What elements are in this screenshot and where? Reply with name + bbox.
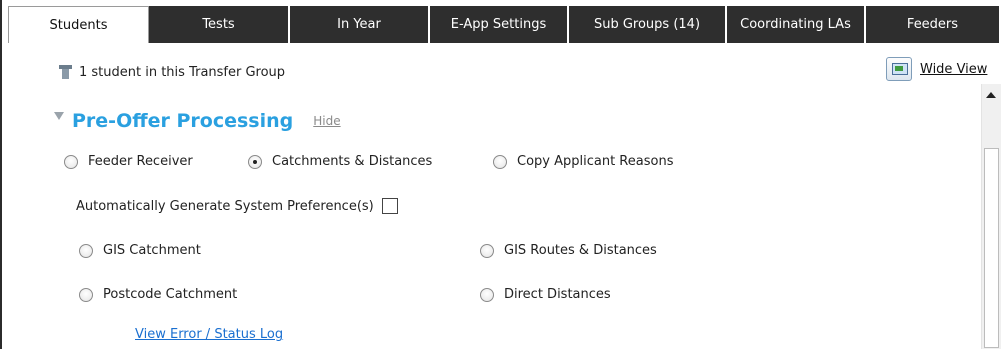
tab-feeders[interactable]: Feeders [866, 6, 1001, 43]
radio-gis-routes-distances[interactable]: GIS Routes & Distances [480, 243, 657, 258]
radio-label: GIS Catchment [103, 243, 201, 258]
wide-view-link[interactable]: Wide View [920, 62, 987, 77]
tab-sub-groups[interactable]: Sub Groups (14) [569, 6, 727, 43]
radio-label: Copy Applicant Reasons [517, 154, 674, 169]
radio-button-icon[interactable] [480, 287, 494, 302]
tab-students[interactable]: Students [8, 6, 149, 43]
vertical-scrollbar[interactable] [981, 84, 1001, 349]
auto-generate-label: Automatically Generate System Preference… [76, 198, 374, 214]
student-icon [58, 64, 73, 80]
radio-feeder-receiver[interactable]: Feeder Receiver [64, 154, 193, 169]
auto-generate-preferences: Automatically Generate System Preference… [76, 198, 398, 214]
radio-label: GIS Routes & Distances [504, 243, 657, 258]
radio-label: Postcode Catchment [103, 287, 238, 302]
radio-label: Feeder Receiver [88, 154, 193, 169]
scroll-up-arrow-icon[interactable] [986, 92, 996, 98]
section-title: Pre-Offer Processing [72, 110, 294, 132]
radio-button-icon[interactable] [79, 243, 93, 258]
scroll-thumb[interactable] [984, 148, 999, 348]
tab-bar: Students Tests In Year E-App Settings Su… [8, 6, 1001, 43]
section-header: Pre-Offer Processing Hide [54, 110, 341, 132]
tab-in-year[interactable]: In Year [290, 6, 430, 43]
radio-button-icon[interactable] [493, 154, 507, 169]
wide-view-icon[interactable] [886, 57, 912, 81]
tab-tests[interactable]: Tests [149, 6, 290, 43]
tab-coordinating-las[interactable]: Coordinating LAs [727, 6, 866, 43]
radio-catchments-distances[interactable]: Catchments & Distances [248, 154, 432, 169]
window-left-border [0, 0, 2, 349]
radio-button-icon[interactable] [79, 287, 93, 302]
radio-copy-applicant-reasons[interactable]: Copy Applicant Reasons [493, 154, 673, 169]
tab-e-app-settings[interactable]: E-App Settings [430, 6, 569, 43]
wide-view-button[interactable]: Wide View [886, 57, 987, 81]
collapse-triangle-icon[interactable] [54, 112, 64, 120]
radio-postcode-catchment[interactable]: Postcode Catchment [79, 287, 237, 302]
radio-button-selected-icon[interactable] [248, 154, 262, 169]
radio-label: Catchments & Distances [272, 154, 433, 169]
radio-button-icon[interactable] [64, 154, 78, 169]
radio-button-icon[interactable] [480, 243, 494, 258]
auto-generate-checkbox[interactable] [381, 198, 398, 214]
student-count-text: 1 student in this Transfer Group [79, 64, 286, 80]
view-error-status-log-link[interactable]: View Error / Status Log [135, 327, 283, 342]
student-count: 1 student in this Transfer Group [58, 64, 285, 80]
radio-gis-catchment[interactable]: GIS Catchment [79, 243, 201, 258]
radio-label: Direct Distances [504, 287, 611, 302]
radio-direct-distances[interactable]: Direct Distances [480, 287, 611, 302]
hide-link[interactable]: Hide [313, 114, 340, 128]
